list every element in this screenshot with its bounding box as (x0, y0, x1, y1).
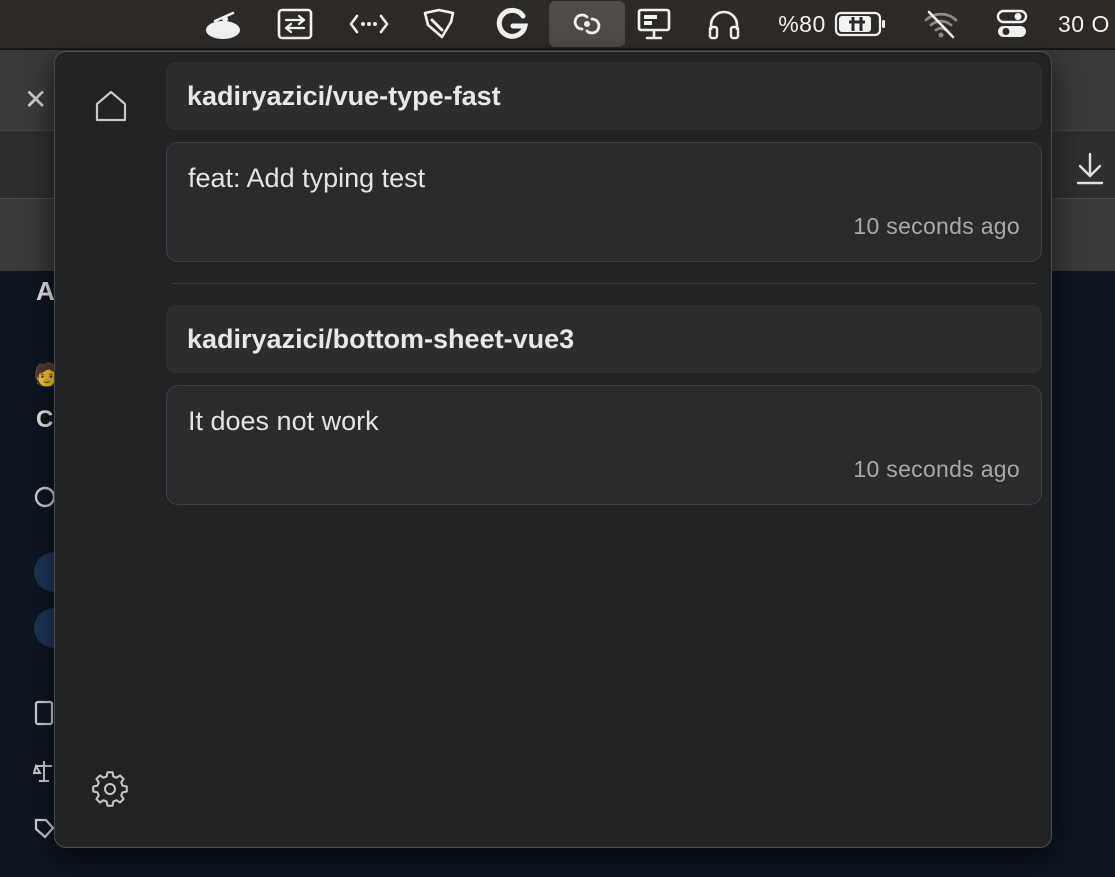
close-icon[interactable]: ✕ (24, 86, 47, 114)
shield-pen-icon[interactable] (418, 0, 460, 48)
git-link-icon[interactable] (549, 1, 625, 47)
repo-header[interactable]: kadiryazici/vue-type-fast (166, 62, 1042, 130)
notification-card[interactable]: feat: Add typing test 10 seconds ago (166, 142, 1042, 262)
home-icon[interactable] (93, 88, 129, 124)
download-icon[interactable] (1074, 150, 1106, 191)
background-letter: C (36, 406, 54, 433)
background-scale-icon (32, 758, 55, 789)
notifications-popover: kadiryazici/vue-type-fast feat: Add typi… (54, 51, 1052, 848)
grammarly-g-icon[interactable] (490, 0, 534, 48)
cloud-dish-icon[interactable] (200, 0, 246, 48)
gear-icon[interactable] (91, 770, 129, 808)
remote-desktop-icon[interactable] (272, 0, 318, 48)
menu-bar-clock[interactable]: 30 O (1058, 0, 1115, 48)
background-tag-icon (33, 816, 55, 847)
group-divider (172, 283, 1036, 284)
notification-title: feat: Add typing test (188, 163, 426, 193)
battery-percentage[interactable]: %80 (772, 0, 832, 48)
notification-card[interactable]: It does not work 10 seconds ago (166, 385, 1042, 505)
background-book-icon (33, 700, 55, 731)
notification-time: 10 seconds ago (853, 213, 1020, 239)
wifi-off-icon[interactable] (918, 0, 964, 48)
background-letter: A (36, 276, 55, 306)
repo-header[interactable]: kadiryazici/bottom-sheet-vue3 (166, 305, 1042, 373)
code-arrows-icon[interactable] (344, 0, 394, 48)
headphones-icon[interactable] (702, 0, 746, 48)
control-center-icon[interactable] (990, 0, 1034, 48)
menu-bar: %80 30 O (0, 0, 1115, 49)
battery-icon[interactable] (832, 0, 890, 48)
monitor-icon[interactable] (632, 0, 676, 48)
notification-feed: kadiryazici/vue-type-fast feat: Add typi… (166, 62, 1042, 505)
notification-time: 10 seconds ago (853, 456, 1020, 482)
notification-title: It does not work (188, 406, 379, 436)
